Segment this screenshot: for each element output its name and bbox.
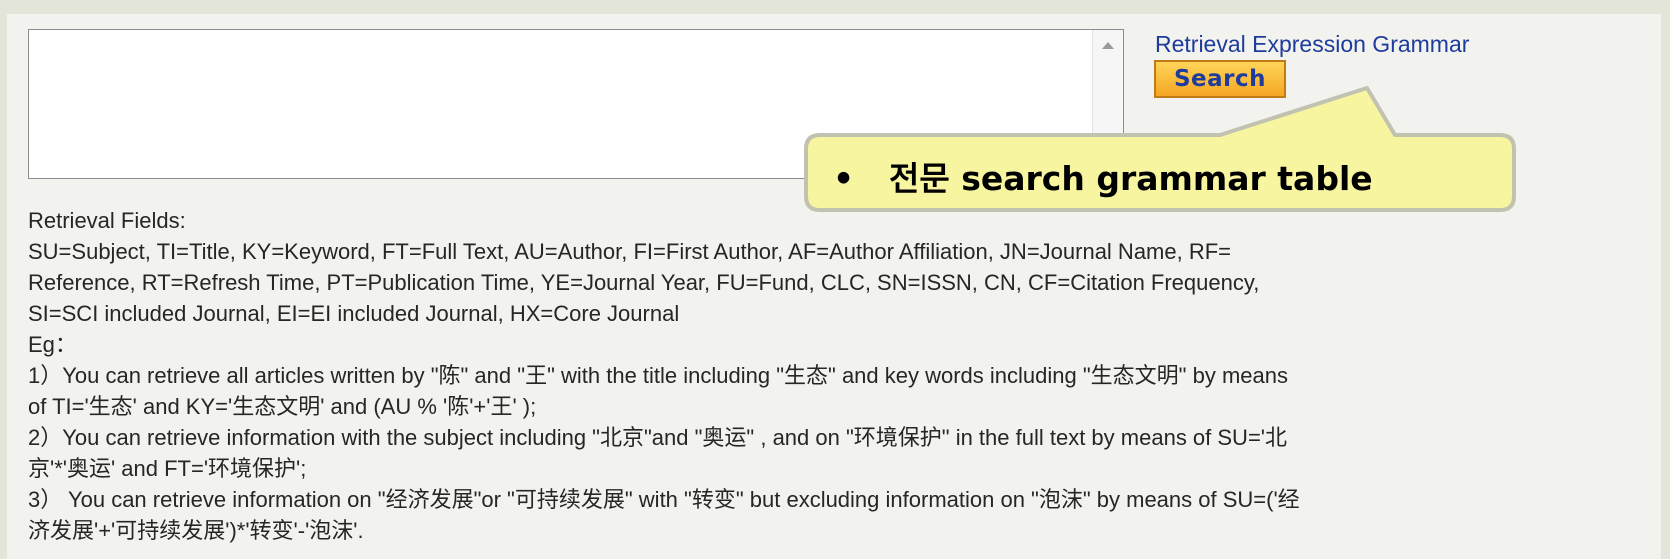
callout-text: 전문 search grammar table [889, 159, 1373, 198]
fields-line: Reference, RT=Refresh Time, PT=Publicati… [28, 270, 1260, 295]
eg-label: Eg： [28, 332, 77, 357]
fields-line: SU=Subject, TI=Title, KY=Keyword, FT=Ful… [28, 239, 1232, 264]
callout-label: • 전문 search grammar table [833, 152, 1373, 200]
fields-heading: Retrieval Fields: [28, 208, 186, 233]
example-line: 京'*'奥运' and FT='环境保护'; [28, 456, 307, 481]
callout-bullet: • [833, 159, 855, 198]
fields-line: SI=SCI included Journal, EI=EI included … [28, 301, 680, 326]
example-line: 2）You can retrieve information with the … [28, 425, 1287, 450]
example-line: 1）You can retrieve all articles written … [28, 363, 1288, 388]
retrieval-help: Retrieval Fields: SU=Subject, TI=Title, … [28, 205, 1658, 546]
example-line: 济发展'+'可持续发展')*'转变'-'泡沫'. [28, 518, 364, 543]
example-line: of TI='生态' and KY='生态文明' and (AU % '陈'+'… [28, 394, 537, 419]
example-line: 3） You can retrieve information on "经济发展… [28, 487, 1300, 512]
